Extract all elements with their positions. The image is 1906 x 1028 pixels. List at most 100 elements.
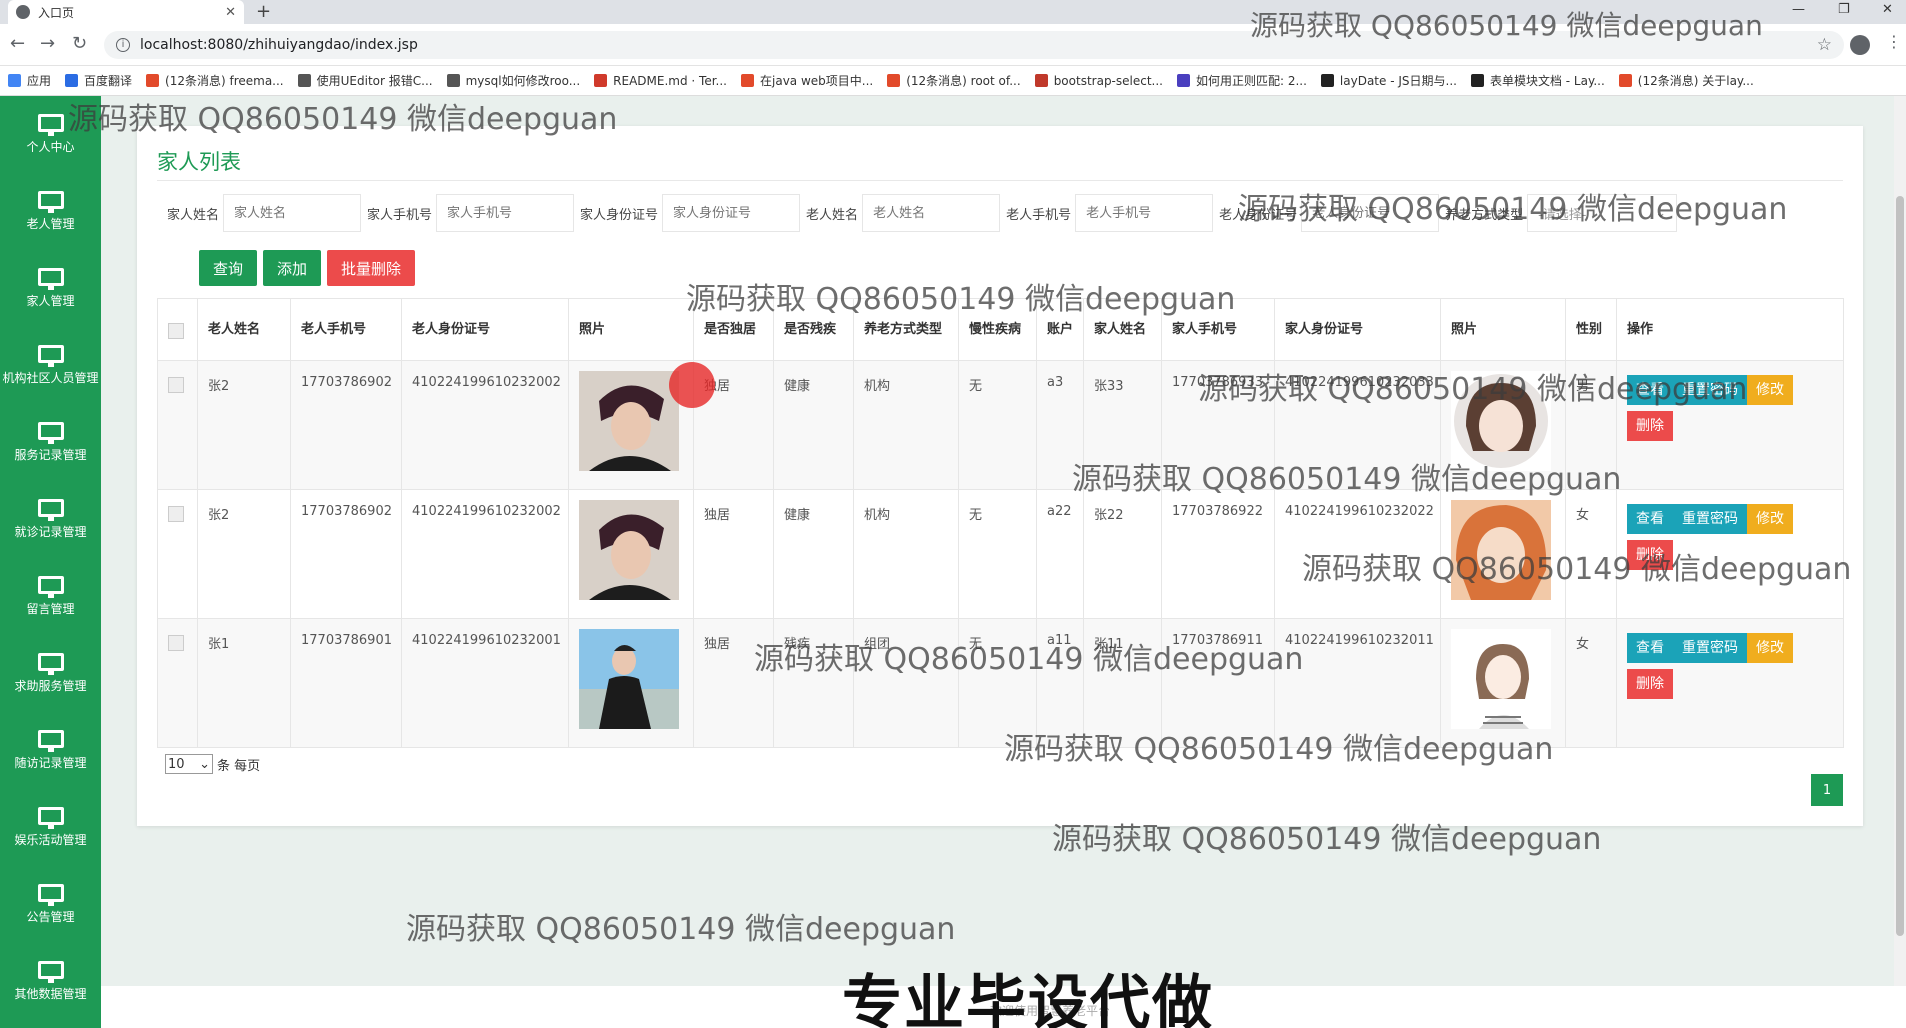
bookmark-item[interactable]: (12条消息) 关于lay...: [1618, 72, 1754, 89]
click-indicator: [669, 362, 715, 408]
family-name-label: 家人姓名: [167, 207, 220, 223]
row-checkbox[interactable]: [168, 635, 184, 651]
bookmark-item[interactable]: 应用: [8, 72, 51, 89]
bookmark-favicon-icon: [8, 74, 21, 87]
sidebar-item-label: 留言管理: [26, 602, 75, 616]
bookmark-item[interactable]: bootstrap-select...: [1034, 74, 1163, 88]
sidebar-item[interactable]: 老人管理: [0, 173, 101, 250]
view-button[interactable]: 查看: [1627, 633, 1673, 663]
bookmark-label: 应用: [27, 74, 52, 88]
sidebar-item[interactable]: 其他数据管理: [0, 943, 101, 1020]
edit-button[interactable]: 修改: [1747, 375, 1793, 405]
elder-phone-input[interactable]: [1075, 194, 1214, 232]
cell-elder-phone: 17703786901: [290, 618, 402, 748]
monitor-icon: [37, 961, 64, 983]
sidebar-item[interactable]: 求助服务管理: [0, 635, 101, 712]
photo-cell: [568, 618, 694, 748]
sidebar-item[interactable]: 娱乐活动管理: [0, 789, 101, 866]
profile-icon[interactable]: [1850, 35, 1870, 55]
reload-icon[interactable]: ↻: [72, 33, 87, 54]
page-size-value: 10: [168, 756, 185, 772]
promo-banner: 专业毕设代做: [842, 969, 1214, 1028]
bookmark-item[interactable]: 使用UEditor 报错C...: [297, 72, 433, 89]
view-button[interactable]: 查看: [1627, 504, 1673, 534]
watermark: 源码获取 QQ86050149 微信deepguan: [1302, 552, 1852, 587]
bookmark-item[interactable]: 如何用正则匹配: 2...: [1176, 72, 1307, 89]
bookmark-label: 表单模块文档 - Lay...: [1489, 74, 1605, 88]
sidebar-item[interactable]: 随访记录管理: [0, 712, 101, 789]
page-size-select[interactable]: 10 ⌄: [165, 754, 213, 774]
bookmark-star-icon[interactable]: ☆: [1817, 35, 1832, 55]
sidebar-item[interactable]: 公告管理: [0, 866, 101, 943]
query-button[interactable]: 查询: [199, 250, 258, 286]
bookmark-item[interactable]: (12条消息) root of...: [887, 72, 1021, 89]
bookmark-label: 百度翻译: [84, 74, 133, 88]
sidebar-item[interactable]: 服务记录管理: [0, 404, 101, 481]
back-icon[interactable]: ←: [10, 33, 25, 54]
restore-icon[interactable]: ❐: [1838, 2, 1850, 17]
column-header: 老人手机号: [290, 298, 402, 361]
edit-button[interactable]: 修改: [1747, 633, 1793, 663]
scrollbar[interactable]: [1894, 96, 1906, 1028]
select-all-checkbox[interactable]: [168, 322, 184, 339]
family-id-input[interactable]: [662, 194, 801, 232]
bookmark-item[interactable]: 在java web项目中...: [741, 72, 873, 89]
monitor-icon: [37, 730, 64, 752]
bookmark-item[interactable]: README.md · Ter...: [594, 74, 727, 88]
sidebar-item[interactable]: 机构社区人员管理: [0, 327, 101, 404]
sidebar-item[interactable]: 就诊记录管理: [0, 481, 101, 558]
bookmark-favicon-icon: [65, 74, 79, 87]
cell-family-phone: 17703786922: [1161, 489, 1275, 619]
sidebar-item[interactable]: 家人管理: [0, 250, 101, 327]
cell-chronic: 无: [958, 360, 1037, 490]
monitor-icon: [37, 653, 64, 675]
bookmark-item[interactable]: 表单模块文档 - Lay...: [1470, 72, 1605, 89]
cell-gender: 女: [1565, 618, 1617, 748]
bookmark-item[interactable]: 百度翻译: [65, 72, 132, 89]
bookmark-item[interactable]: mysql如何修改roo...: [446, 72, 580, 89]
watermark: 源码获取 QQ86050149 微信deepguan: [1238, 192, 1788, 227]
cell-elder-name: 张1: [197, 618, 291, 748]
batch-delete-button[interactable]: 批量删除: [327, 250, 416, 286]
forward-icon[interactable]: →: [40, 33, 55, 54]
reset-password-button[interactable]: 重置密码: [1673, 504, 1747, 534]
minimize-icon[interactable]: —: [1792, 2, 1805, 17]
info-icon[interactable]: i: [116, 38, 130, 52]
close-window-icon[interactable]: ✕: [1882, 2, 1893, 17]
bookmark-label: 在java web项目中...: [760, 74, 874, 88]
edit-button[interactable]: 修改: [1747, 504, 1793, 534]
cell-elder-phone: 17703786902: [290, 360, 402, 490]
menu-icon[interactable]: ⋮: [1886, 32, 1902, 51]
elder-photo: [579, 500, 679, 600]
family-name-input[interactable]: [223, 194, 362, 232]
sidebar-item[interactable]: 留言管理: [0, 558, 101, 635]
monitor-icon: [37, 807, 64, 829]
sidebar-item-label: 娱乐活动管理: [14, 833, 87, 847]
row-checkbox[interactable]: [168, 377, 184, 393]
per-page-label: 条 每页: [217, 758, 261, 774]
bookmark-favicon-icon: [1618, 74, 1632, 87]
elder-name-input[interactable]: [862, 194, 1001, 232]
family-phone-input[interactable]: [436, 194, 575, 232]
delete-button[interactable]: 删除: [1627, 411, 1673, 441]
monitor-icon: [37, 191, 64, 213]
browser-tab[interactable]: 入口页 ✕: [8, 0, 244, 24]
page-1-button[interactable]: 1: [1811, 774, 1843, 806]
new-tab-button[interactable]: +: [256, 1, 271, 22]
reset-password-button[interactable]: 重置密码: [1673, 633, 1747, 663]
delete-button[interactable]: 删除: [1627, 669, 1673, 699]
family-photo: [1451, 629, 1551, 729]
photo-cell: [568, 489, 694, 619]
bookmark-favicon-icon: [1034, 74, 1048, 87]
close-icon[interactable]: ✕: [225, 5, 236, 20]
row-checkbox[interactable]: [168, 506, 184, 522]
bookmark-favicon-icon: [1470, 74, 1484, 87]
elder-name-label: 老人姓名: [806, 207, 859, 223]
add-button[interactable]: 添加: [263, 250, 322, 286]
bookmark-label: 如何用正则匹配: 2...: [1195, 74, 1307, 88]
scrollbar-thumb[interactable]: [1896, 196, 1904, 936]
column-header: 操作: [1616, 298, 1844, 361]
bookmark-item[interactable]: (12条消息) freema...: [146, 72, 284, 89]
sidebar-item-label: 服务记录管理: [14, 448, 87, 462]
bookmark-item[interactable]: layDate - JS日期与...: [1320, 72, 1457, 89]
